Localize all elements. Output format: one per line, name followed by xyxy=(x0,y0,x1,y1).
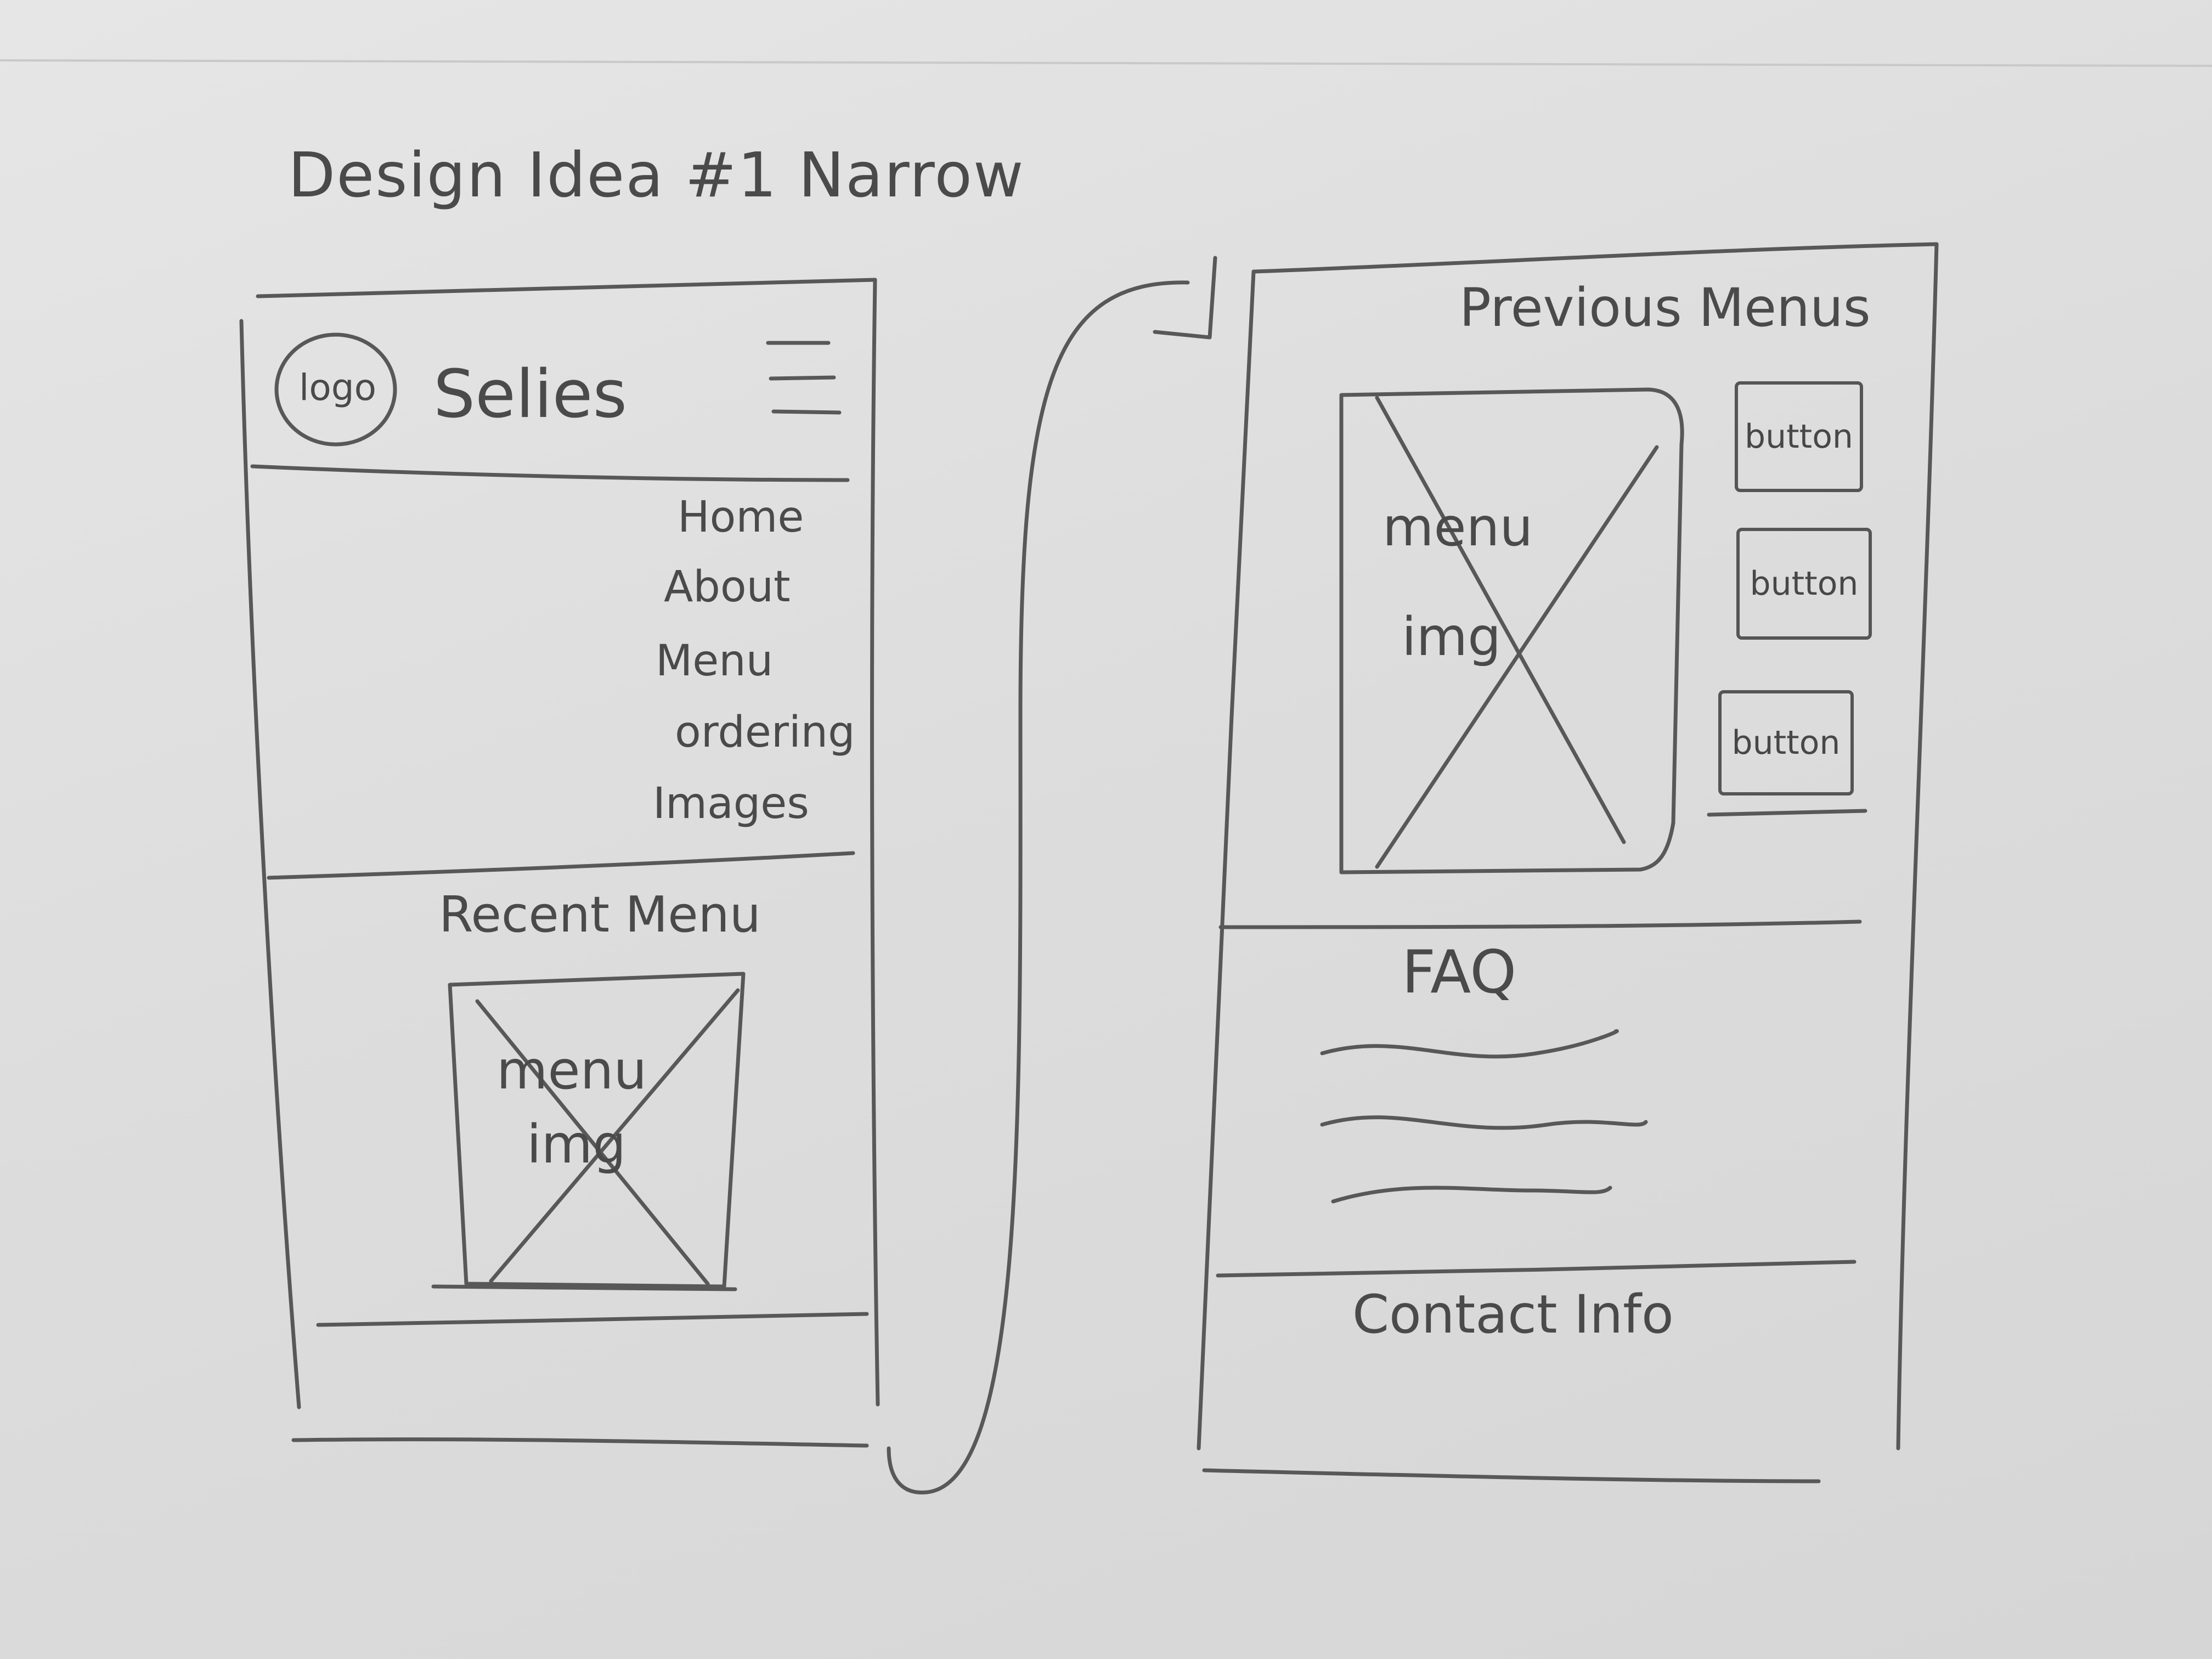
recent-menu-title: Recent Menu xyxy=(439,886,761,944)
nav-item-about[interactable]: About xyxy=(664,562,791,612)
left-footer-divider xyxy=(316,1312,869,1327)
left-nav-divider xyxy=(267,851,855,880)
logo-text: logo xyxy=(299,366,376,409)
hamburger-icon xyxy=(766,341,842,415)
right-phone-right xyxy=(1896,242,1939,1451)
right-image-frame xyxy=(1339,387,1684,874)
right-faq-divider xyxy=(1218,919,1862,929)
left-phone-top xyxy=(256,278,877,298)
right-image-label-2: img xyxy=(1402,606,1502,668)
left-image-base xyxy=(431,1284,737,1291)
connector-brace xyxy=(887,256,1217,1494)
ruled-line xyxy=(0,59,2212,67)
button-3[interactable]: button xyxy=(1718,690,1854,795)
left-header-divider xyxy=(250,464,850,482)
button-1[interactable]: button xyxy=(1735,381,1863,492)
faq-squiggle-3 xyxy=(1331,1186,1612,1204)
right-image-label-1: menu xyxy=(1383,496,1533,558)
nav-item-home[interactable]: Home xyxy=(678,493,804,542)
button-stack-underline xyxy=(1707,809,1867,817)
left-image-label-2: img xyxy=(527,1114,627,1175)
nav-item-ordering[interactable]: ordering xyxy=(675,708,855,757)
contact-info-title: Contact Info xyxy=(1352,1284,1674,1345)
right-contact-divider xyxy=(1216,1260,1857,1278)
faq-squiggle-2 xyxy=(1320,1115,1648,1130)
right-phone-bottom xyxy=(1202,1468,1821,1483)
right-phone-top xyxy=(1251,242,1939,274)
left-phone-right xyxy=(870,278,880,1407)
button-1-label: button xyxy=(1745,417,1853,456)
nav-item-menu[interactable]: Menu xyxy=(656,636,773,686)
faq-squiggle-1 xyxy=(1320,1029,1619,1059)
left-image-label-1: menu xyxy=(496,1040,647,1101)
button-2-label: button xyxy=(1750,565,1859,603)
previous-menus-title: Previous Menus xyxy=(1459,277,1871,338)
sketch-lines xyxy=(0,59,2212,1494)
nav-item-images[interactable]: Images xyxy=(653,779,809,828)
left-phone-bottom xyxy=(291,1437,869,1448)
button-3-label: button xyxy=(1731,724,1841,762)
button-2[interactable]: button xyxy=(1736,528,1872,640)
right-phone-left xyxy=(1197,269,1256,1451)
faq-title: FAQ xyxy=(1402,938,1517,1007)
site-name: Selies xyxy=(433,357,628,433)
left-phone-left xyxy=(239,319,301,1409)
page-title: Design Idea #1 Narrow xyxy=(288,140,1025,211)
